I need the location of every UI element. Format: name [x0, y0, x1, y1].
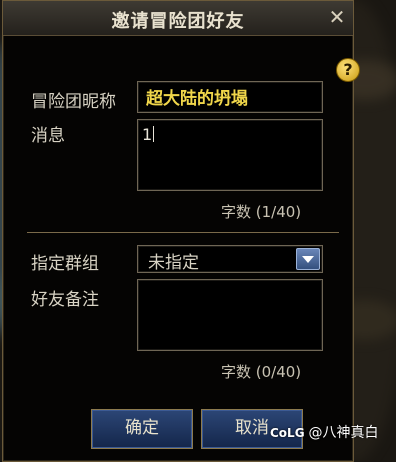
message-value: 1	[142, 125, 153, 144]
message-char-count: 字数 (1/40)	[221, 203, 302, 221]
group-selected-value: 未指定	[148, 253, 199, 273]
chevron-down-icon[interactable]	[296, 248, 320, 270]
message-input[interactable]: 1	[137, 119, 323, 191]
nickname-field: 超大陆的坍塌	[137, 81, 323, 113]
note-input[interactable]	[137, 279, 323, 351]
dialog-titlebar[interactable]: 邀请冒险团好友 ✕	[3, 1, 353, 36]
section-divider	[27, 232, 339, 233]
watermark-text: @八神真白	[308, 425, 379, 441]
invite-adventure-team-friend-dialog: 邀请冒险团好友 ✕ 冒险团昵称 超大陆的坍塌 消息 1 字数 (1/40) 指定…	[2, 0, 354, 462]
dialog-title: 邀请冒险团好友	[111, 11, 245, 32]
watermark-logo: CoLG	[270, 426, 305, 440]
nickname-value: 超大陆的坍塌	[146, 89, 248, 109]
close-icon[interactable]: ✕	[325, 5, 349, 29]
note-char-count: 字数 (0/40)	[221, 363, 302, 381]
group-select[interactable]: 未指定	[137, 245, 323, 273]
text-caret	[153, 126, 155, 142]
message-label: 消息	[31, 126, 65, 146]
watermark: CoLG @八神真白	[270, 422, 379, 442]
note-label: 好友备注	[31, 290, 99, 310]
help-icon[interactable]: ?	[336, 58, 360, 82]
group-label: 指定群组	[31, 254, 99, 274]
nickname-label: 冒险团昵称	[31, 92, 116, 112]
confirm-button[interactable]: 确定	[91, 409, 193, 449]
